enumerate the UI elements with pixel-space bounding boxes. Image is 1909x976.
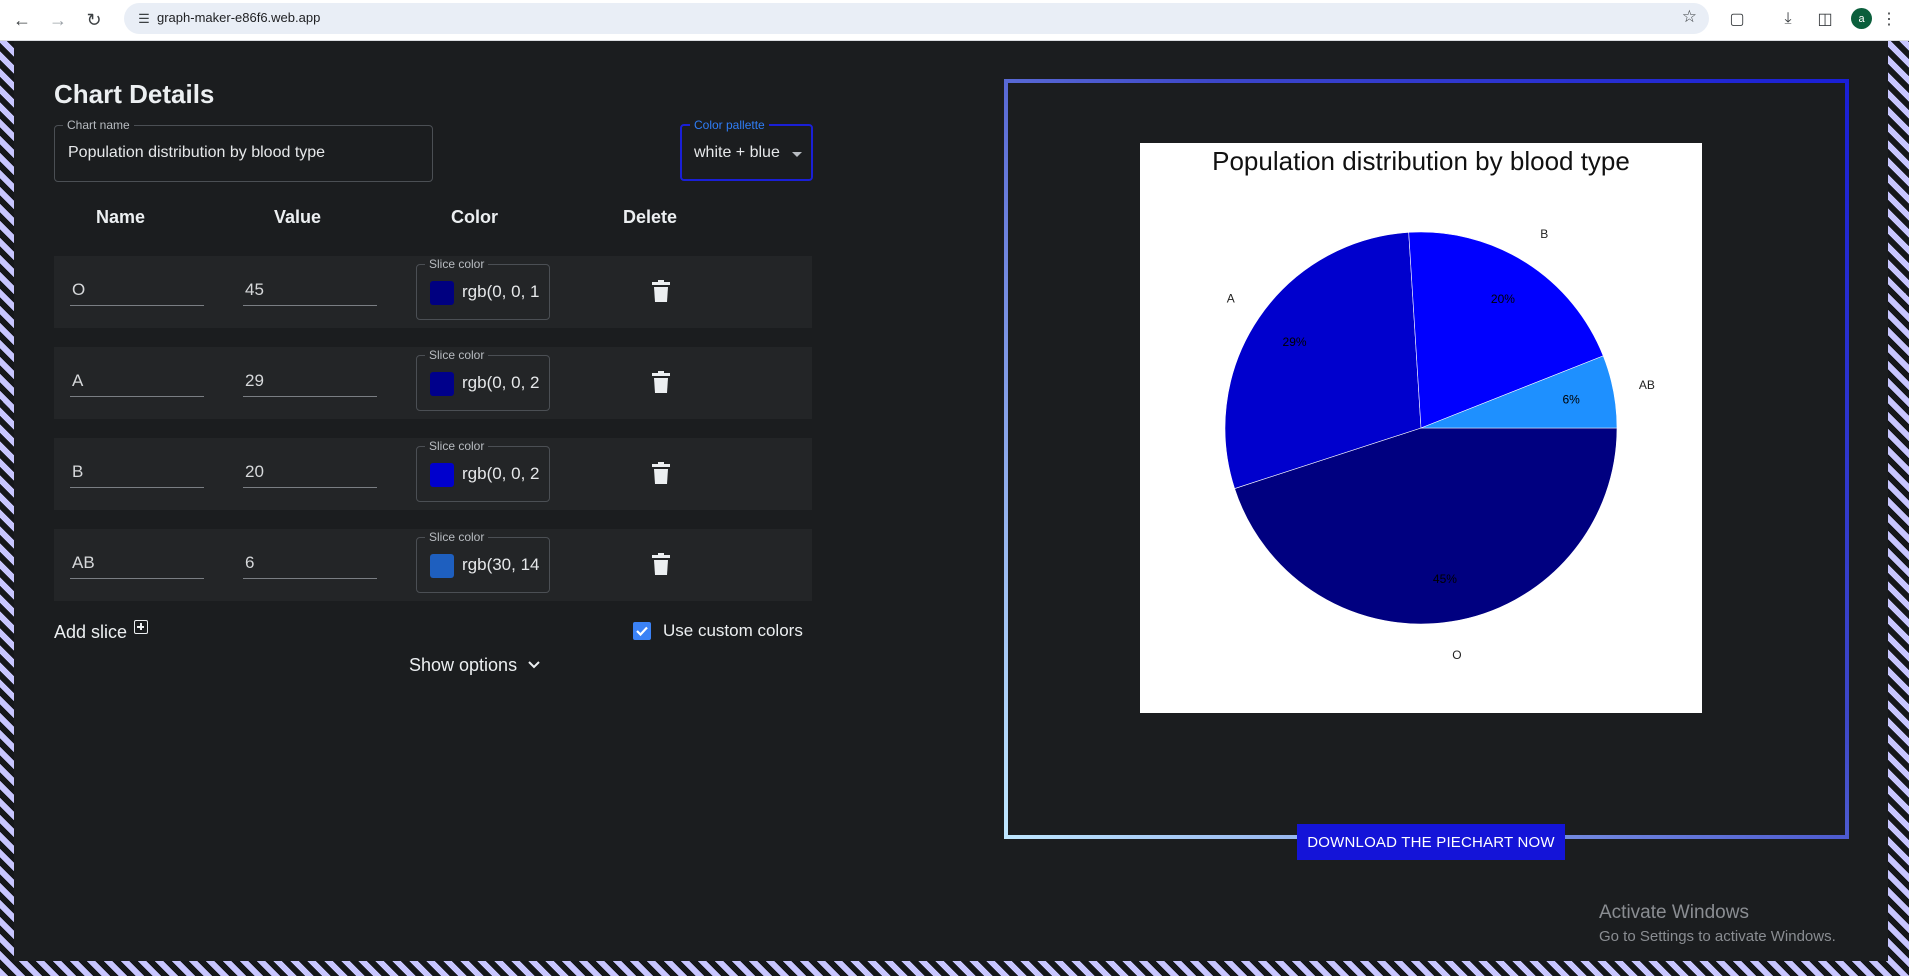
show-options-label: Show options (409, 655, 518, 675)
color-palette-select[interactable]: Color pallette white + blue (680, 118, 813, 181)
slice-color-picker[interactable]: Slice color rgb(30, 14 (416, 530, 550, 593)
page-background: Chart Details Chart name Population dist… (0, 41, 1909, 976)
profile-avatar[interactable]: a (1851, 8, 1872, 29)
checkmark-icon (636, 626, 648, 637)
percent-label: 45% (1433, 572, 1457, 586)
plus-square-icon (134, 620, 149, 634)
trash-icon[interactable] (652, 371, 670, 393)
slice-row: AB 6 Slice color rgb(30, 14 (54, 529, 812, 601)
chart-name-value[interactable]: Population distribution by blood type (68, 144, 325, 162)
slice-color-label: Slice color (425, 257, 489, 271)
forward-icon[interactable]: → (44, 6, 72, 34)
side-panel-icon[interactable]: ◫ (1813, 7, 1837, 31)
color-palette-label: Color pallette (690, 118, 769, 132)
slice-color-value[interactable]: rgb(0, 0, 1 (462, 282, 542, 302)
chart-name-label: Chart name (63, 118, 134, 132)
page-title: Chart Details (54, 79, 215, 109)
trash-icon[interactable] (652, 553, 670, 575)
custom-colors-label[interactable]: Use custom colors (663, 621, 803, 641)
download-icon[interactable]: ⤓ (1776, 7, 1800, 31)
dropdown-caret-icon (792, 152, 802, 157)
color-swatch[interactable] (430, 554, 454, 578)
windows-activation-title: Activate Windows (1599, 902, 1749, 923)
slice-color-picker[interactable]: Slice color rgb(0, 0, 2 (416, 348, 550, 411)
site-settings-icon[interactable]: ☰ (134, 9, 154, 29)
menu-kebab-icon[interactable]: ⋮ (1881, 7, 1897, 31)
slice-color-value[interactable]: rgb(0, 0, 2 (462, 464, 542, 484)
trash-icon[interactable] (652, 462, 670, 484)
chart-title: Population distribution by blood type (1212, 146, 1630, 176)
download-chart-button[interactable]: DOWNLOAD THE PIECHART NOW (1297, 824, 1565, 860)
add-slice-label: Add slice (54, 622, 128, 642)
category-label: B (1540, 227, 1548, 241)
reload-icon[interactable]: ↻ (80, 6, 108, 34)
chevron-down-icon (528, 661, 540, 669)
slice-value-input[interactable]: 20 (243, 458, 377, 488)
slice-value-input[interactable]: 45 (243, 276, 377, 306)
slice-row: A 29 Slice color rgb(0, 0, 2 (54, 347, 812, 419)
slice-name-input[interactable]: B (70, 458, 204, 488)
category-label: O (1452, 648, 1461, 662)
slice-value-input[interactable]: 29 (243, 367, 377, 397)
column-header-color: Color (451, 207, 498, 227)
extensions-icon[interactable]: ▢ (1725, 7, 1749, 31)
address-bar[interactable]: ☰ graph-maker-e86f6.web.app ☆ (124, 3, 1709, 34)
browser-toolbar: ← → ↻ ☰ graph-maker-e86f6.web.app ☆ ▢ ⤓ … (0, 0, 1909, 41)
custom-colors-checkbox[interactable] (633, 622, 651, 640)
percent-label: 29% (1283, 335, 1307, 349)
slice-name-input[interactable]: A (70, 367, 204, 397)
color-swatch[interactable] (430, 281, 454, 305)
trash-icon[interactable] (652, 280, 670, 302)
percent-label: 6% (1563, 392, 1581, 406)
percent-label: 20% (1491, 292, 1515, 306)
chart-name-field[interactable]: Chart name Population distribution by bl… (54, 118, 433, 182)
slice-color-label: Slice color (425, 348, 489, 362)
back-icon[interactable]: ← (8, 6, 36, 34)
column-header-delete: Delete (623, 207, 678, 227)
slice-color-label: Slice color (425, 439, 489, 453)
color-swatch[interactable] (430, 463, 454, 487)
slice-name-input[interactable]: O (70, 276, 204, 306)
url-text: graph-maker-e86f6.web.app (157, 10, 321, 25)
pie-chart-svg: Population distribution by blood type 45… (1212, 146, 1655, 662)
column-header-name: Name (96, 207, 146, 227)
pie-chart: Population distribution by blood type 45… (1140, 143, 1702, 713)
color-palette-value: white + blue (694, 144, 780, 161)
app-container: Chart Details Chart name Population dist… (14, 41, 1888, 961)
bookmark-star-icon[interactable]: ☆ (1682, 7, 1697, 27)
chart-preview-frame: Population distribution by blood type 45… (1004, 79, 1849, 860)
slice-color-value[interactable]: rgb(30, 14 (462, 555, 542, 575)
slice-color-label: Slice color (425, 530, 489, 544)
category-label: AB (1639, 378, 1655, 392)
column-header-value: Value (274, 207, 322, 227)
show-options-toggle[interactable]: Show options (409, 655, 540, 676)
slice-value-input[interactable]: 6 (243, 549, 377, 579)
add-slice-button[interactable]: Add slice (54, 620, 149, 643)
slice-row: O 45 Slice color rgb(0, 0, 1 (54, 256, 812, 328)
slice-color-picker[interactable]: Slice color rgb(0, 0, 1 (416, 257, 550, 320)
windows-activation-subtitle: Go to Settings to activate Windows. (1599, 928, 1836, 945)
color-swatch[interactable] (430, 372, 454, 396)
slice-row: B 20 Slice color rgb(0, 0, 2 (54, 438, 812, 510)
slice-color-picker[interactable]: Slice color rgb(0, 0, 2 (416, 439, 550, 502)
category-label: A (1227, 292, 1235, 306)
slice-color-value[interactable]: rgb(0, 0, 2 (462, 373, 542, 393)
slice-name-input[interactable]: AB (70, 549, 204, 579)
